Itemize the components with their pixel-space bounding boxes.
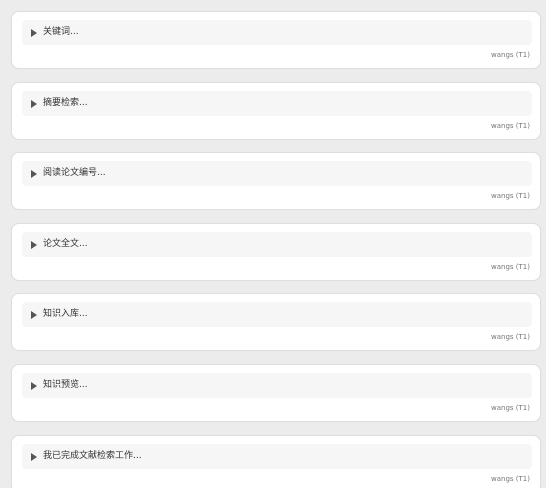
summary-label: 关键词...: [43, 27, 79, 37]
message-card: 摘要检索... wangs (T1): [11, 82, 541, 140]
author-label: wangs (T1): [491, 192, 530, 200]
caret-right-icon: [31, 28, 37, 37]
author-label: wangs (T1): [491, 333, 530, 341]
summary-label: 知识入库...: [43, 309, 88, 319]
caret-right-icon: [31, 169, 37, 178]
caret-right-icon: [31, 310, 37, 319]
summary-label: 摘要检索...: [43, 98, 88, 108]
author-label: wangs (T1): [491, 263, 530, 271]
summary-label: 论文全文...: [43, 239, 88, 249]
message-card: 我已完成文献检索工作... wangs (T1): [11, 435, 541, 488]
author-label: wangs (T1): [491, 404, 530, 412]
caret-right-icon: [31, 452, 37, 461]
caret-right-icon: [31, 99, 37, 108]
message-list: 关键词... wangs (T1) 摘要检索... wangs (T1) 阅读论…: [0, 0, 546, 488]
message-card: 知识预览... wangs (T1): [11, 364, 541, 422]
message-card: 知识入库... wangs (T1): [11, 293, 541, 351]
message-card: 论文全文... wangs (T1): [11, 223, 541, 281]
author-label: wangs (T1): [491, 475, 530, 483]
details-summary[interactable]: 知识入库...: [22, 302, 532, 327]
caret-right-icon: [31, 381, 37, 390]
details-summary[interactable]: 知识预览...: [22, 373, 532, 398]
summary-label: 知识预览...: [43, 380, 88, 390]
summary-label: 我已完成文献检索工作...: [43, 451, 142, 461]
author-label: wangs (T1): [491, 122, 530, 130]
details-summary[interactable]: 我已完成文献检索工作...: [22, 444, 532, 469]
details-summary[interactable]: 关键词...: [22, 20, 532, 45]
details-summary[interactable]: 论文全文...: [22, 232, 532, 257]
details-summary[interactable]: 阅读论文编号...: [22, 161, 532, 186]
message-card: 阅读论文编号... wangs (T1): [11, 152, 541, 210]
author-label: wangs (T1): [491, 51, 530, 59]
summary-label: 阅读论文编号...: [43, 168, 106, 178]
caret-right-icon: [31, 240, 37, 249]
message-card: 关键词... wangs (T1): [11, 11, 541, 69]
details-summary[interactable]: 摘要检索...: [22, 91, 532, 116]
